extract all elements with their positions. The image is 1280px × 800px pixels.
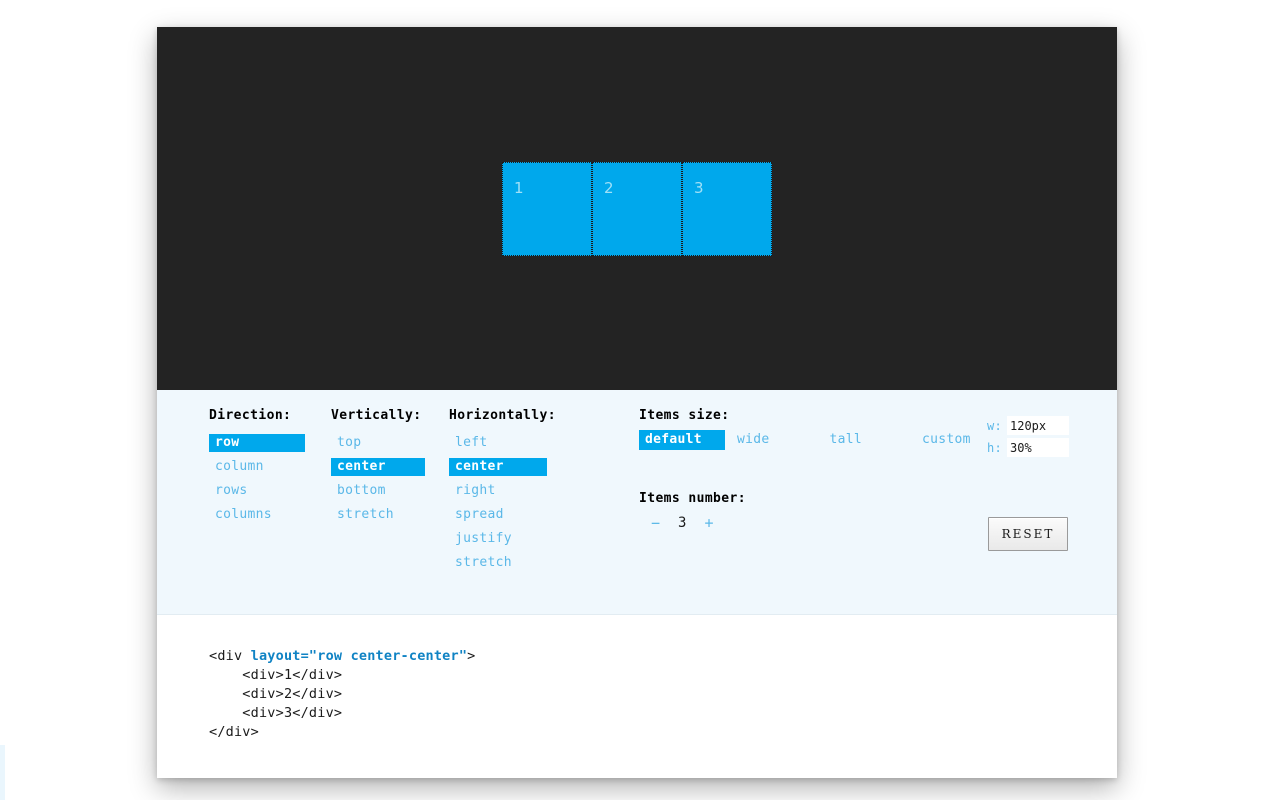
vertically-option-list: top center bottom stretch	[331, 428, 425, 524]
horizontally-column: Horizontally: left center right spread j…	[449, 408, 556, 572]
direction-column: Direction: row column rows columns	[209, 408, 305, 524]
vertically-option-center[interactable]: center	[331, 458, 425, 476]
items-number-value: 3	[678, 515, 686, 531]
width-field-row: w:	[987, 416, 1069, 435]
direction-option-rows[interactable]: rows	[209, 482, 305, 500]
vertically-option-top[interactable]: top	[331, 434, 425, 452]
layout-preview-area: 1 2 3	[157, 27, 1117, 390]
custom-size-inputs: w: h:	[987, 416, 1069, 460]
horizontally-option-center[interactable]: center	[449, 458, 547, 476]
vertically-heading: Vertically:	[331, 408, 425, 423]
page-root: 1 2 3 Direction: row column rows columns…	[0, 0, 1280, 800]
reset-button[interactable]: RESET	[988, 517, 1068, 551]
direction-heading: Direction:	[209, 408, 305, 423]
height-label: h:	[987, 441, 1007, 455]
horizontally-heading: Horizontally:	[449, 408, 556, 423]
items-size-option-tall[interactable]: tall	[824, 430, 869, 450]
items-number-group: Items number: − 3 +	[639, 491, 746, 532]
direction-option-list: row column rows columns	[209, 428, 305, 524]
code-tag-close-bracket: >	[467, 648, 475, 664]
items-size-option-row: default wide tall custom	[639, 430, 977, 450]
horizontally-option-left[interactable]: left	[449, 434, 547, 452]
horizontally-option-right[interactable]: right	[449, 482, 547, 500]
controls-panel: Direction: row column rows columns Verti…	[157, 390, 1117, 615]
items-size-heading: Items size:	[639, 408, 977, 423]
code-line-child-3: <div>3</div>	[209, 704, 1117, 723]
items-number-stepper: − 3 +	[639, 514, 746, 532]
code-line-child-2: <div>2</div>	[209, 685, 1117, 704]
code-layout-attribute: layout="row center-center"	[251, 648, 468, 664]
horizontally-option-stretch[interactable]: stretch	[449, 554, 547, 572]
direction-option-column[interactable]: column	[209, 458, 305, 476]
vertically-option-bottom[interactable]: bottom	[331, 482, 425, 500]
increment-button[interactable]: +	[700, 514, 717, 532]
items-size-option-default[interactable]: default	[639, 430, 725, 450]
horizontally-option-list: left center right spread justify stretch	[449, 428, 556, 572]
width-label: w:	[987, 419, 1007, 433]
height-field-row: h:	[987, 438, 1069, 457]
code-output-area: <div layout="row center-center"> <div>1<…	[157, 615, 1117, 778]
preview-box[interactable]: 3	[682, 162, 772, 256]
left-edge-sliver	[0, 745, 5, 800]
preview-box[interactable]: 2	[592, 162, 682, 256]
items-number-heading: Items number:	[639, 491, 746, 506]
horizontally-option-justify[interactable]: justify	[449, 530, 547, 548]
preview-boxes-container: 1 2 3	[502, 162, 772, 256]
direction-option-columns[interactable]: columns	[209, 506, 305, 524]
code-line-close-div: </div>	[209, 723, 1117, 742]
width-input[interactable]	[1007, 416, 1069, 435]
vertically-column: Vertically: top center bottom stretch	[331, 408, 425, 524]
app-window: 1 2 3 Direction: row column rows columns…	[157, 27, 1117, 778]
items-size-option-wide[interactable]: wide	[731, 430, 776, 450]
code-line-open-div: <div layout="row center-center">	[209, 647, 1117, 666]
code-tag-open: <div	[209, 648, 251, 664]
height-input[interactable]	[1007, 438, 1069, 457]
decrement-button[interactable]: −	[647, 514, 664, 532]
reset-button-wrapper: RESET	[988, 517, 1068, 551]
code-line-child-1: <div>1</div>	[209, 666, 1117, 685]
items-size-option-custom[interactable]: custom	[916, 430, 977, 450]
vertically-option-stretch[interactable]: stretch	[331, 506, 425, 524]
horizontally-option-spread[interactable]: spread	[449, 506, 547, 524]
items-size-group: Items size: default wide tall custom	[639, 408, 977, 450]
direction-option-row[interactable]: row	[209, 434, 305, 452]
preview-box[interactable]: 1	[502, 162, 592, 256]
